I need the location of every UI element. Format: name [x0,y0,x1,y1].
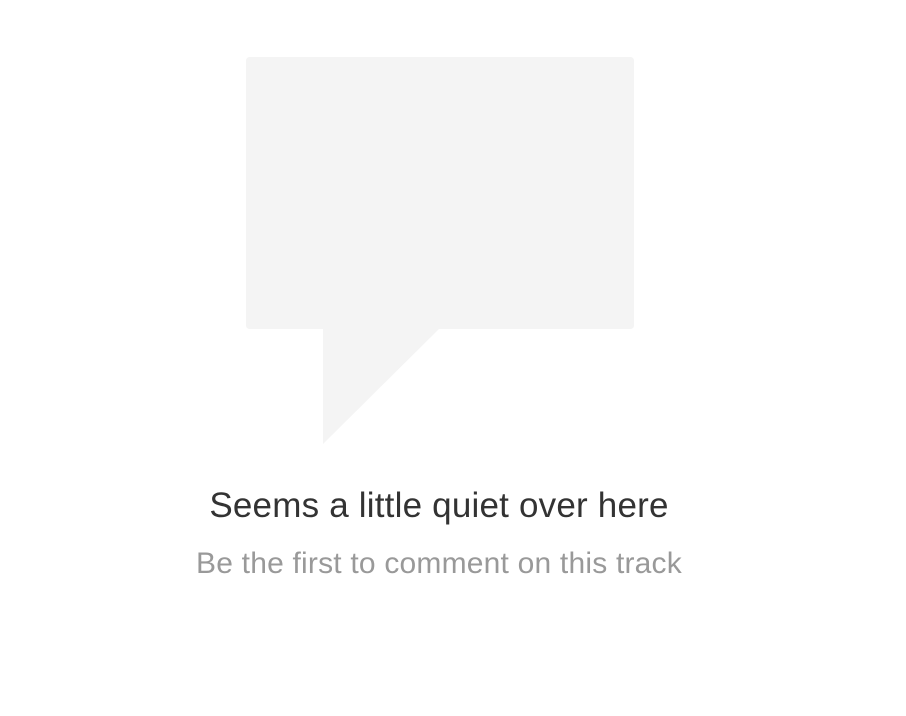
speech-bubble-shape [246,57,634,444]
comments-empty-state: Seems a little quiet over here Be the fi… [0,0,906,716]
empty-state-subtitle: Be the first to comment on this track [196,547,682,580]
speech-bubble-icon [246,57,634,444]
empty-state-title: Seems a little quiet over here [209,486,669,525]
